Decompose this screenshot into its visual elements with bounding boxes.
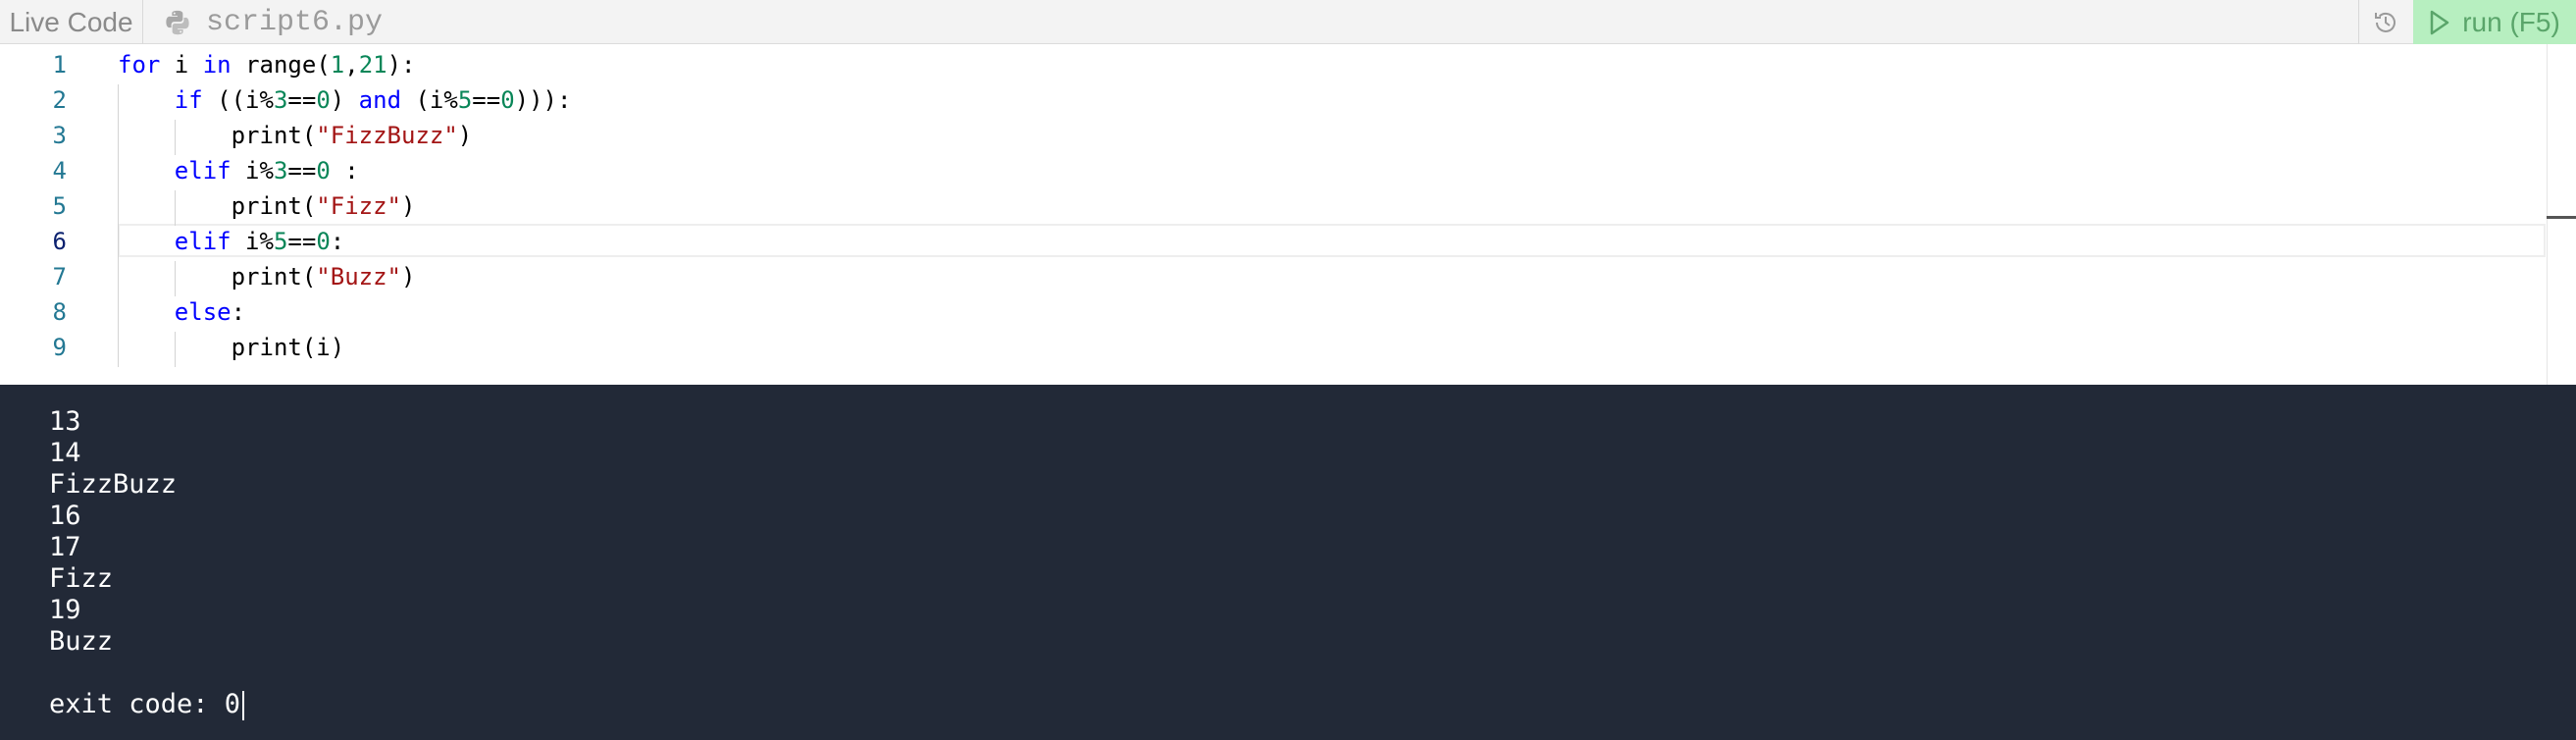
code-token: : <box>330 157 359 185</box>
history-icon <box>2374 12 2396 32</box>
scrollbar-cursor-marker <box>2547 216 2576 219</box>
file-name: script6.py <box>206 5 384 39</box>
code-token: print(i) <box>231 334 345 361</box>
code-token: ) <box>401 192 416 220</box>
console-output-line: 13 <box>49 406 81 437</box>
code-token: : <box>231 298 246 326</box>
code-token: 3 <box>273 86 288 114</box>
code-token: == <box>287 228 317 255</box>
output-console[interactable]: 13 14 FizzBuzz 16 17 Fizz 19 Buzz exit code: 0 <box>0 385 2576 740</box>
code-token: 5 <box>273 228 288 255</box>
code-token: print( <box>231 192 317 220</box>
code-token: in <box>202 51 232 79</box>
code-token: ) <box>457 122 473 149</box>
code-token: ((i% <box>202 86 274 114</box>
editor-scrollbar-track[interactable] <box>2547 44 2548 385</box>
run-label: run (F5) <box>2462 6 2560 37</box>
line-number: 5 <box>52 192 67 220</box>
code-token: ) <box>401 263 416 291</box>
line-number: 4 <box>52 157 67 185</box>
console-output-line: FizzBuzz <box>49 469 178 500</box>
code-token: "Buzz" <box>316 263 401 291</box>
code-token: "FizzBuzz" <box>316 122 458 149</box>
live-code-tab[interactable]: Live Code <box>0 0 143 44</box>
code-token: print( <box>231 263 317 291</box>
code-token: if <box>174 86 203 114</box>
line-number: 6 <box>52 228 67 255</box>
code-token: elif <box>174 228 232 255</box>
code-line[interactable]: print("Fizz") <box>118 188 416 224</box>
console-output-line: Buzz <box>49 626 114 657</box>
code-token: == <box>287 86 317 114</box>
play-icon <box>2430 10 2449 34</box>
code-token: "Fizz" <box>316 192 401 220</box>
console-caret <box>242 690 245 720</box>
code-token: (i% <box>401 86 458 114</box>
line-number: 8 <box>52 298 67 326</box>
line-number: 2 <box>52 86 67 114</box>
line-number: 1 <box>52 51 67 79</box>
code-token: for <box>118 51 161 79</box>
line-number: 9 <box>52 334 67 361</box>
code-line[interactable]: for i in range(1,21): <box>118 47 416 82</box>
code-token: ): <box>386 51 416 79</box>
code-token: i% <box>231 228 274 255</box>
code-token: 5 <box>457 86 473 114</box>
exit-code-text: exit code: 0 <box>49 689 241 719</box>
code-token: and <box>358 86 402 114</box>
history-button[interactable] <box>2358 0 2411 44</box>
code-token: ) <box>330 86 359 114</box>
console-output-line: 17 <box>49 532 81 562</box>
code-editor[interactable]: 123456789 for i in range(1,21): if ((i%3… <box>0 44 2576 385</box>
code-token: ))): <box>514 86 572 114</box>
python-icon <box>166 10 189 34</box>
code-token: i% <box>231 157 274 185</box>
code-token: 0 <box>316 228 331 255</box>
console-output-line: 16 <box>49 501 81 531</box>
code-line[interactable]: else: <box>118 294 245 330</box>
file-tab[interactable]: script6.py <box>143 0 383 44</box>
code-token: elif <box>174 157 232 185</box>
line-number-gutter: 1 2 3 4 5 6 7 8 9 <box>0 44 98 385</box>
code-token: else <box>174 298 232 326</box>
code-line[interactable]: print("Buzz") <box>118 259 416 294</box>
console-output-line: Fizz <box>49 563 114 594</box>
code-token: 21 <box>358 51 387 79</box>
code-line[interactable]: print(i) <box>118 330 345 365</box>
code-line[interactable]: elif i%5==0: <box>118 224 344 259</box>
code-token: 0 <box>316 157 331 185</box>
code-token: : <box>330 228 345 255</box>
code-token: print( <box>231 122 317 149</box>
line-number: 7 <box>52 263 67 291</box>
top-bar: Live Code script6.py run (F5) <box>0 0 2576 44</box>
line-number: 3 <box>52 122 67 149</box>
console-output-line: 14 <box>49 438 81 468</box>
code-line[interactable]: print("FizzBuzz") <box>118 118 473 153</box>
code-token: 0 <box>316 86 331 114</box>
code-token: 0 <box>500 86 515 114</box>
code-line[interactable]: if ((i%3==0) and (i%5==0))): <box>118 82 572 118</box>
run-button[interactable]: run (F5) <box>2413 0 2576 44</box>
code-token: == <box>472 86 501 114</box>
exit-code-line: exit code: 0 <box>49 689 245 720</box>
code-token: , <box>344 51 359 79</box>
code-token: i <box>160 51 203 79</box>
code-token: 3 <box>273 157 288 185</box>
console-output-line: 19 <box>49 595 81 625</box>
code-token: range( <box>231 51 331 79</box>
code-line[interactable]: elif i%3==0 : <box>118 153 359 188</box>
code-token: 1 <box>330 51 345 79</box>
code-token: == <box>287 157 317 185</box>
current-line-highlight <box>118 224 2546 257</box>
